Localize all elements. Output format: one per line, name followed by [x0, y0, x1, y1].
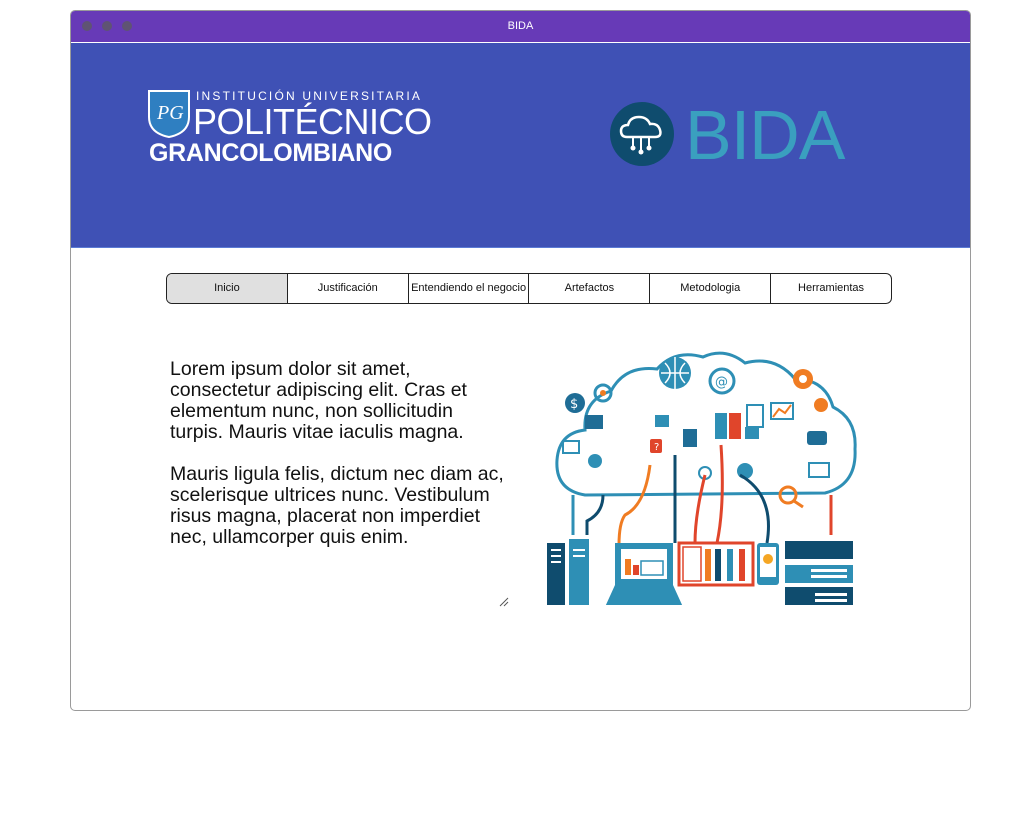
window-maximize-button[interactable]	[122, 21, 132, 31]
cloud-technology-illustration: $ @ ?	[547, 351, 857, 605]
browser-window: BIDA PG INSTITUCIÓN UNIVERSITARIA POLITÉ…	[70, 10, 971, 711]
resize-handle-icon[interactable]	[499, 597, 509, 607]
title-bar: BIDA	[71, 11, 970, 42]
logo-line2: POLITÉCNICO	[193, 101, 432, 142]
tab-metodologia[interactable]: Metodologia	[649, 274, 770, 303]
content-text-area[interactable]: Lorem ipsum dolor sit amet, consectetur …	[170, 359, 510, 569]
svg-text:@: @	[715, 375, 728, 390]
tab-herramientas[interactable]: Herramientas	[770, 274, 891, 303]
nav-tabs: Inicio Justificación Entendiendo el nego…	[166, 273, 892, 304]
tab-inicio[interactable]: Inicio	[167, 274, 287, 303]
window-title: BIDA	[507, 20, 534, 32]
svg-text:PG: PG	[156, 102, 184, 124]
window-close-button[interactable]	[82, 21, 92, 31]
tab-justificacion[interactable]: Justificación	[286, 274, 408, 303]
bida-logo[interactable]: BIDA	[609, 96, 849, 174]
paragraph-1: Lorem ipsum dolor sit amet, consectetur …	[170, 358, 467, 443]
shield-icon: PG	[148, 90, 190, 139]
tab-artefactos[interactable]: Artefactos	[528, 274, 649, 303]
page-header: PG INSTITUCIÓN UNIVERSITARIA POLITÉCNICO…	[71, 43, 970, 248]
svg-text:$: $	[570, 397, 578, 412]
window-minimize-button[interactable]	[102, 21, 112, 31]
paragraph-2: Mauris ligula felis, dictum nec diam ac,…	[170, 463, 504, 548]
svg-text:?: ?	[654, 442, 659, 453]
cloud-network-icon	[610, 102, 674, 166]
logo-line3: GRANCOLOMBIANO	[149, 139, 393, 167]
bida-logo-text: BIDA	[685, 96, 845, 174]
tab-entendiendo-el-negocio[interactable]: Entendiendo el negocio	[407, 274, 529, 303]
politecnico-logo[interactable]: PG INSTITUCIÓN UNIVERSITARIA POLITÉCNICO…	[147, 89, 432, 169]
